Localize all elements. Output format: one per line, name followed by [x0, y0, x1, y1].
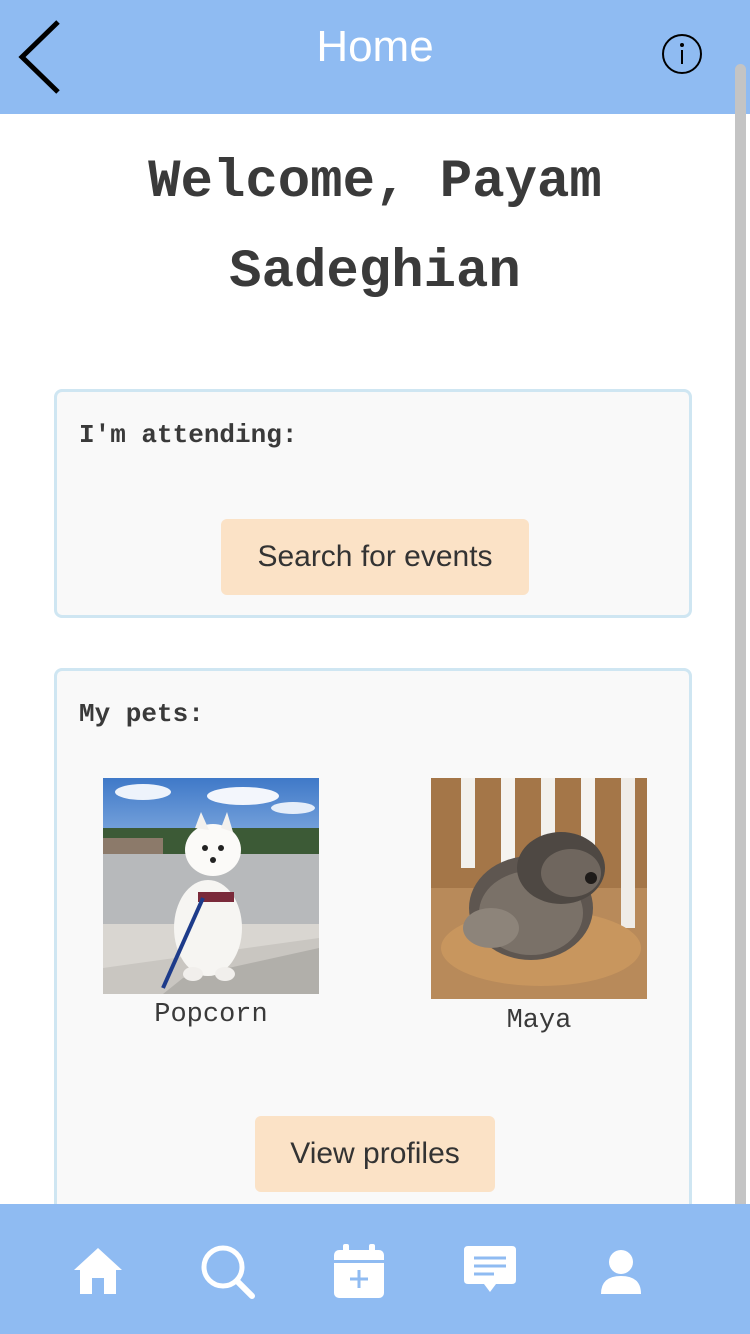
attending-card: I'm attending: Search for events [54, 389, 692, 618]
view-profiles-button[interactable]: View profiles [255, 1116, 495, 1192]
welcome-line-1: Welcome, Payam [148, 152, 602, 213]
nav-search[interactable] [198, 1242, 258, 1302]
nav-home[interactable] [68, 1242, 128, 1302]
pet-name[interactable]: Maya [431, 1006, 647, 1036]
nav-messages[interactable] [460, 1242, 520, 1302]
top-app-bar: Home [0, 0, 750, 114]
info-circle-icon [662, 34, 702, 74]
pet-item-popcorn[interactable]: Popcorn [103, 778, 319, 1038]
calendar-add-icon [334, 1244, 384, 1298]
pets-card: My pets: Popcorn Maya View profiles [54, 668, 692, 1228]
shaggy-dog-photo[interactable] [431, 778, 647, 999]
chat-icon [464, 1246, 516, 1292]
scrollbar[interactable] [735, 64, 746, 1290]
info-button[interactable] [661, 33, 703, 75]
home-icon [74, 1248, 122, 1294]
welcome-line-2: Sadeghian [229, 242, 521, 303]
nav-profile[interactable] [591, 1242, 651, 1302]
white-dog-photo[interactable] [103, 778, 319, 994]
pet-item-maya[interactable]: Maya [431, 778, 647, 1043]
nav-create-event[interactable] [329, 1242, 389, 1302]
bottom-nav-bar [0, 1204, 750, 1334]
attending-heading: I'm attending: [79, 420, 298, 450]
search-events-button[interactable]: Search for events [221, 519, 529, 595]
pets-heading: My pets: [79, 699, 204, 729]
pet-name[interactable]: Popcorn [103, 1000, 319, 1030]
page-title: Home [316, 22, 434, 71]
search-icon [201, 1245, 255, 1299]
profile-icon [601, 1250, 641, 1294]
welcome-heading: Welcome, Payam Sadeghian [40, 138, 710, 318]
